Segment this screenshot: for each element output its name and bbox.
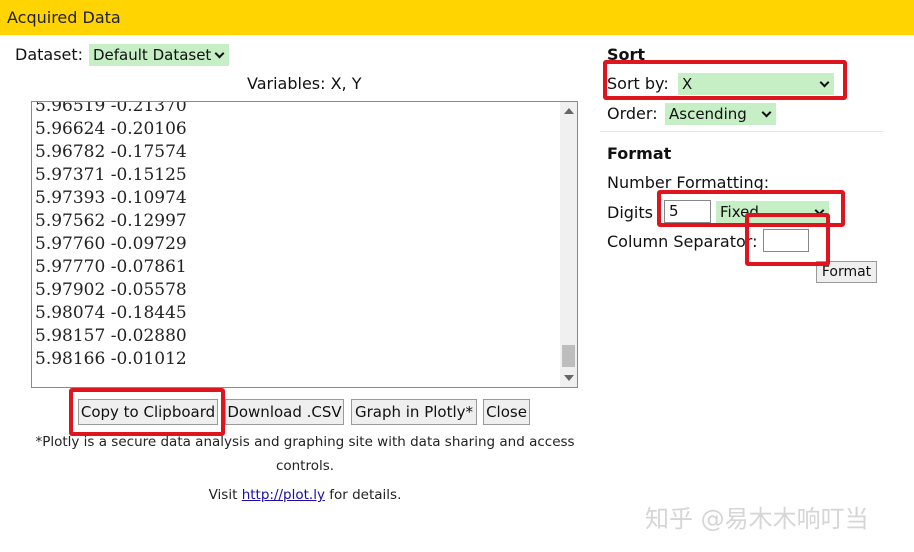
column-separator-label: Column Separator: xyxy=(607,232,758,251)
column-separator-input[interactable] xyxy=(763,229,809,252)
scroll-down-icon[interactable] xyxy=(564,375,574,381)
window-title: Acquired Data xyxy=(7,8,121,27)
digits-input[interactable]: 5 xyxy=(664,200,711,223)
data-line: 5.97902 -0.05578 xyxy=(35,280,187,300)
plotly-note-line1: *Plotly is a secure data analysis and gr… xyxy=(35,434,575,450)
dataset-label: Dataset: xyxy=(15,45,84,64)
data-line: 5.97770 -0.07861 xyxy=(35,257,187,277)
digits-mode-select[interactable]: Fixed xyxy=(716,201,829,223)
visit-suffix: for details. xyxy=(329,487,402,503)
chevron-down-icon xyxy=(761,107,772,118)
data-line: 5.98074 -0.18445 xyxy=(35,303,187,323)
order-label: Order: xyxy=(607,104,658,123)
data-line: 5.96624 -0.20106 xyxy=(35,119,187,139)
visit-note: Visit http://plot.ly for details. xyxy=(0,487,610,503)
format-heading: Format xyxy=(607,144,672,163)
sort-heading: Sort xyxy=(607,45,646,64)
sort-by-label: Sort by: xyxy=(607,74,669,93)
dataset-select-value: Default Dataset xyxy=(93,46,212,64)
scroll-up-icon[interactable] xyxy=(564,108,574,114)
data-lines: 5.96519 -0.21370 5.96624 -0.20106 5.96782 … xyxy=(35,101,187,371)
number-formatting-label: Number Formatting: xyxy=(607,173,770,192)
visit-prefix: Visit xyxy=(208,487,238,503)
data-line: 5.97371 -0.15125 xyxy=(35,165,187,185)
sort-by-value: X xyxy=(682,75,693,93)
digits-mode-value: Fixed xyxy=(720,203,759,221)
plotly-note-line2: controls. xyxy=(275,458,335,474)
download-csv-button[interactable]: Download .CSV xyxy=(225,399,344,425)
data-line: 5.97562 -0.12997 xyxy=(35,211,187,231)
data-line: 5.97393 -0.10974 xyxy=(35,188,187,208)
plotly-link[interactable]: http://plot.ly xyxy=(242,487,325,503)
data-textarea[interactable]: 5.96519 -0.21370 5.96624 -0.20106 5.96782 … xyxy=(31,101,578,388)
vertical-scrollbar[interactable] xyxy=(560,102,577,387)
data-line: 5.98157 -0.02880 xyxy=(35,326,187,346)
chevron-down-icon xyxy=(814,205,825,216)
dataset-select[interactable]: Default Dataset xyxy=(89,44,229,66)
scroll-thumb[interactable] xyxy=(562,345,575,367)
copy-to-clipboard-button[interactable]: Copy to Clipboard xyxy=(78,399,218,425)
format-button[interactable]: Format xyxy=(816,261,877,283)
data-line: 5.97760 -0.09729 xyxy=(35,234,187,254)
data-line: 5.98166 -0.01012 xyxy=(35,349,187,369)
data-line: 5.96782 -0.17574 xyxy=(35,142,187,162)
graph-in-plotly-button[interactable]: Graph in Plotly* xyxy=(351,399,477,425)
watermark: 知乎 @易木木响叮当 xyxy=(645,505,869,533)
sort-by-select[interactable]: X xyxy=(678,73,834,95)
section-divider xyxy=(600,131,883,132)
close-button[interactable]: Close xyxy=(483,399,530,425)
order-value: Ascending xyxy=(669,105,747,123)
title-bar: Acquired Data xyxy=(0,0,914,35)
order-select[interactable]: Ascending xyxy=(665,103,776,125)
chevron-down-icon xyxy=(214,48,225,59)
variables-label: Variables: X, Y xyxy=(247,74,362,93)
digits-label: Digits xyxy=(607,203,653,222)
chevron-down-icon xyxy=(819,77,830,88)
data-line: 5.96519 -0.21370 xyxy=(35,101,187,116)
